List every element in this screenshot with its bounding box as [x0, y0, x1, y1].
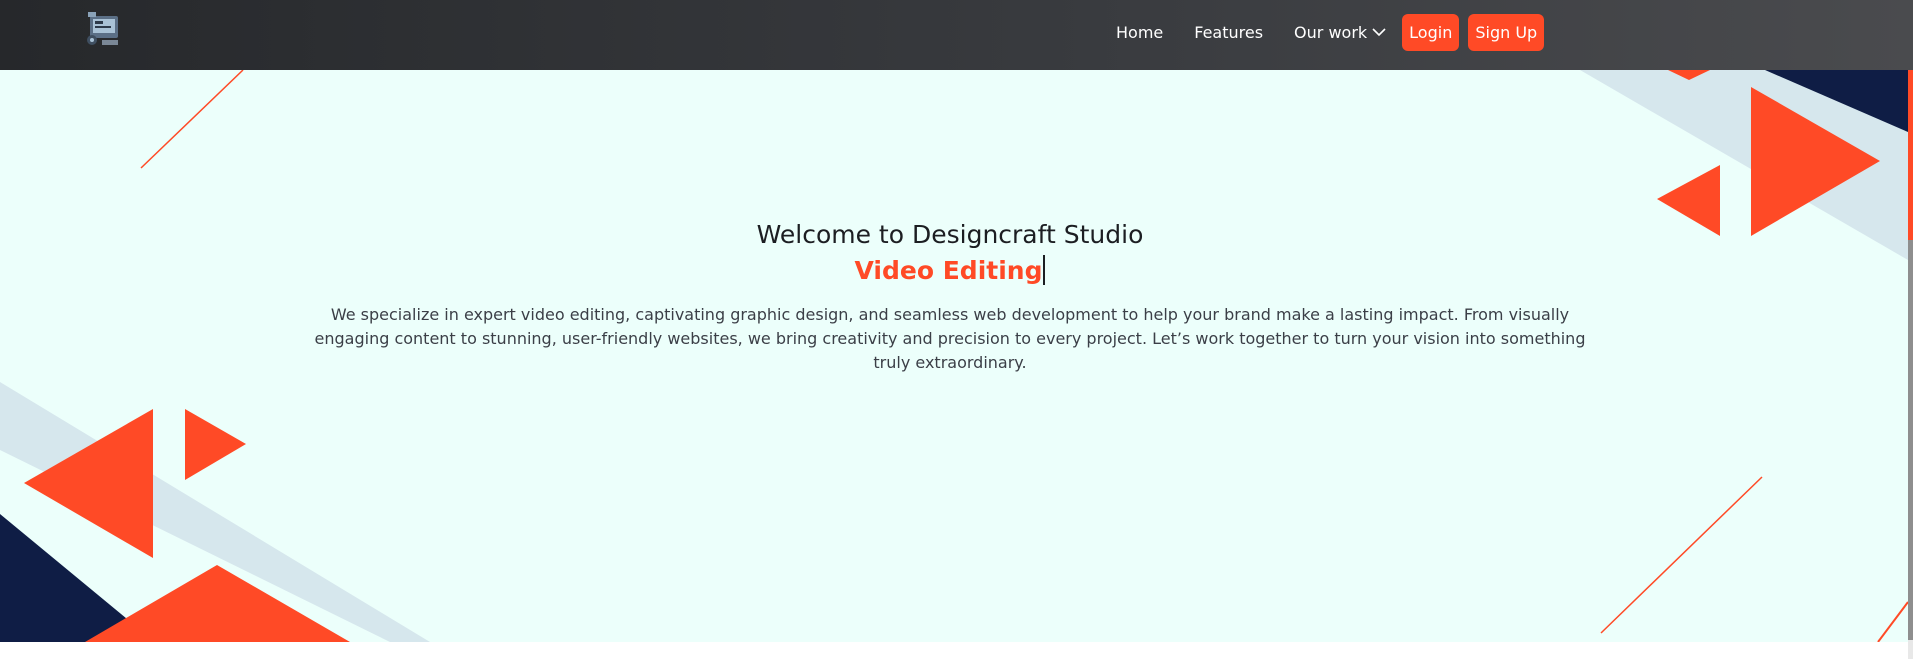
bottom-right-corner-line	[1877, 601, 1908, 642]
text-cursor	[1043, 255, 1046, 285]
nav-our-work-dropdown[interactable]: Our work	[1294, 23, 1386, 42]
nav-our-work-label: Our work	[1294, 22, 1368, 42]
nav-links: Home Features Our work Login Sign Up	[1116, 0, 1553, 64]
top-left-line	[140, 70, 244, 169]
bottom-left-small-triangle	[185, 409, 246, 480]
scrollbar-thumb[interactable]	[1908, 240, 1913, 640]
signup-label: Sign Up	[1475, 22, 1538, 42]
chevron-down-icon	[1372, 28, 1386, 37]
hero-description: We specialize in expert video editing, c…	[314, 305, 1586, 372]
hero-section: Welcome to Designcraft Studio Video Edit…	[0, 70, 1908, 642]
login-label: Login	[1409, 22, 1453, 42]
nav-features-link[interactable]: Features	[1194, 23, 1263, 42]
typed-text: Video Editing	[854, 256, 1043, 285]
typed-text-container: Video Editing	[0, 255, 1900, 285]
logo-icon[interactable]	[84, 10, 124, 50]
login-button[interactable]: Login	[1402, 13, 1460, 51]
navbar: Home Features Our work Login Sign Up	[0, 0, 1913, 70]
signup-button[interactable]: Sign Up	[1468, 13, 1545, 51]
nav-home-link[interactable]: Home	[1116, 23, 1163, 42]
page-scrollbar[interactable]	[1908, 0, 1913, 659]
nav-features-label: Features	[1194, 22, 1264, 42]
hero-title: Welcome to Designcraft Studio	[756, 220, 1144, 249]
nav-home-label: Home	[1116, 22, 1164, 42]
bottom-right-line	[1600, 476, 1763, 634]
